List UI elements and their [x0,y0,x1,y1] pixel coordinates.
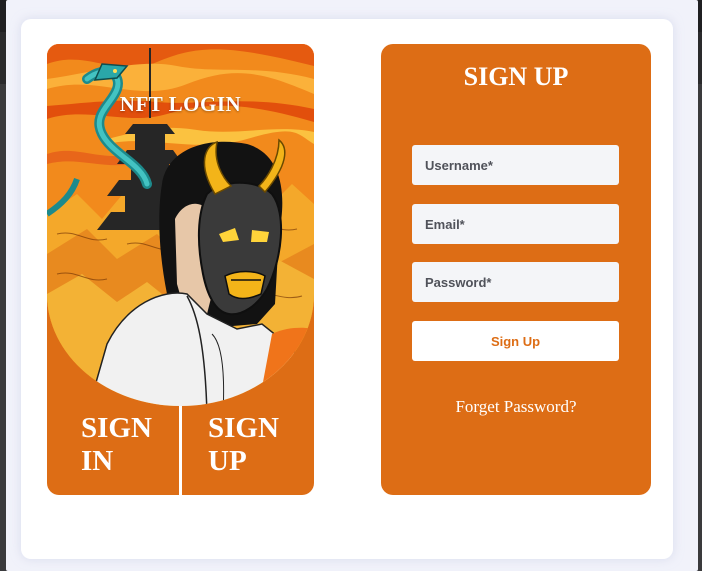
tab-sign-in[interactable]: SIGN IN [47,410,179,495]
forget-password-link[interactable]: Forget Password? [381,397,651,417]
sign-up-button[interactable]: Sign Up [412,321,619,361]
nft-art-card: NFT LOGIN SIGN IN SIGN UP [47,44,314,495]
tab-sign-in-label: SIGN IN [81,412,152,477]
tab-sign-up[interactable]: SIGN UP [182,410,314,495]
form-title: SIGN UP [463,62,569,91]
tab-sign-up-label: SIGN UP [208,412,279,477]
nft-login-title: NFT LOGIN [119,92,242,116]
password-field[interactable] [412,262,619,302]
sign-up-form-card: SIGN UP Sign Up Forget Password? [381,44,651,495]
username-field[interactable] [412,145,619,185]
email-field[interactable] [412,204,619,244]
